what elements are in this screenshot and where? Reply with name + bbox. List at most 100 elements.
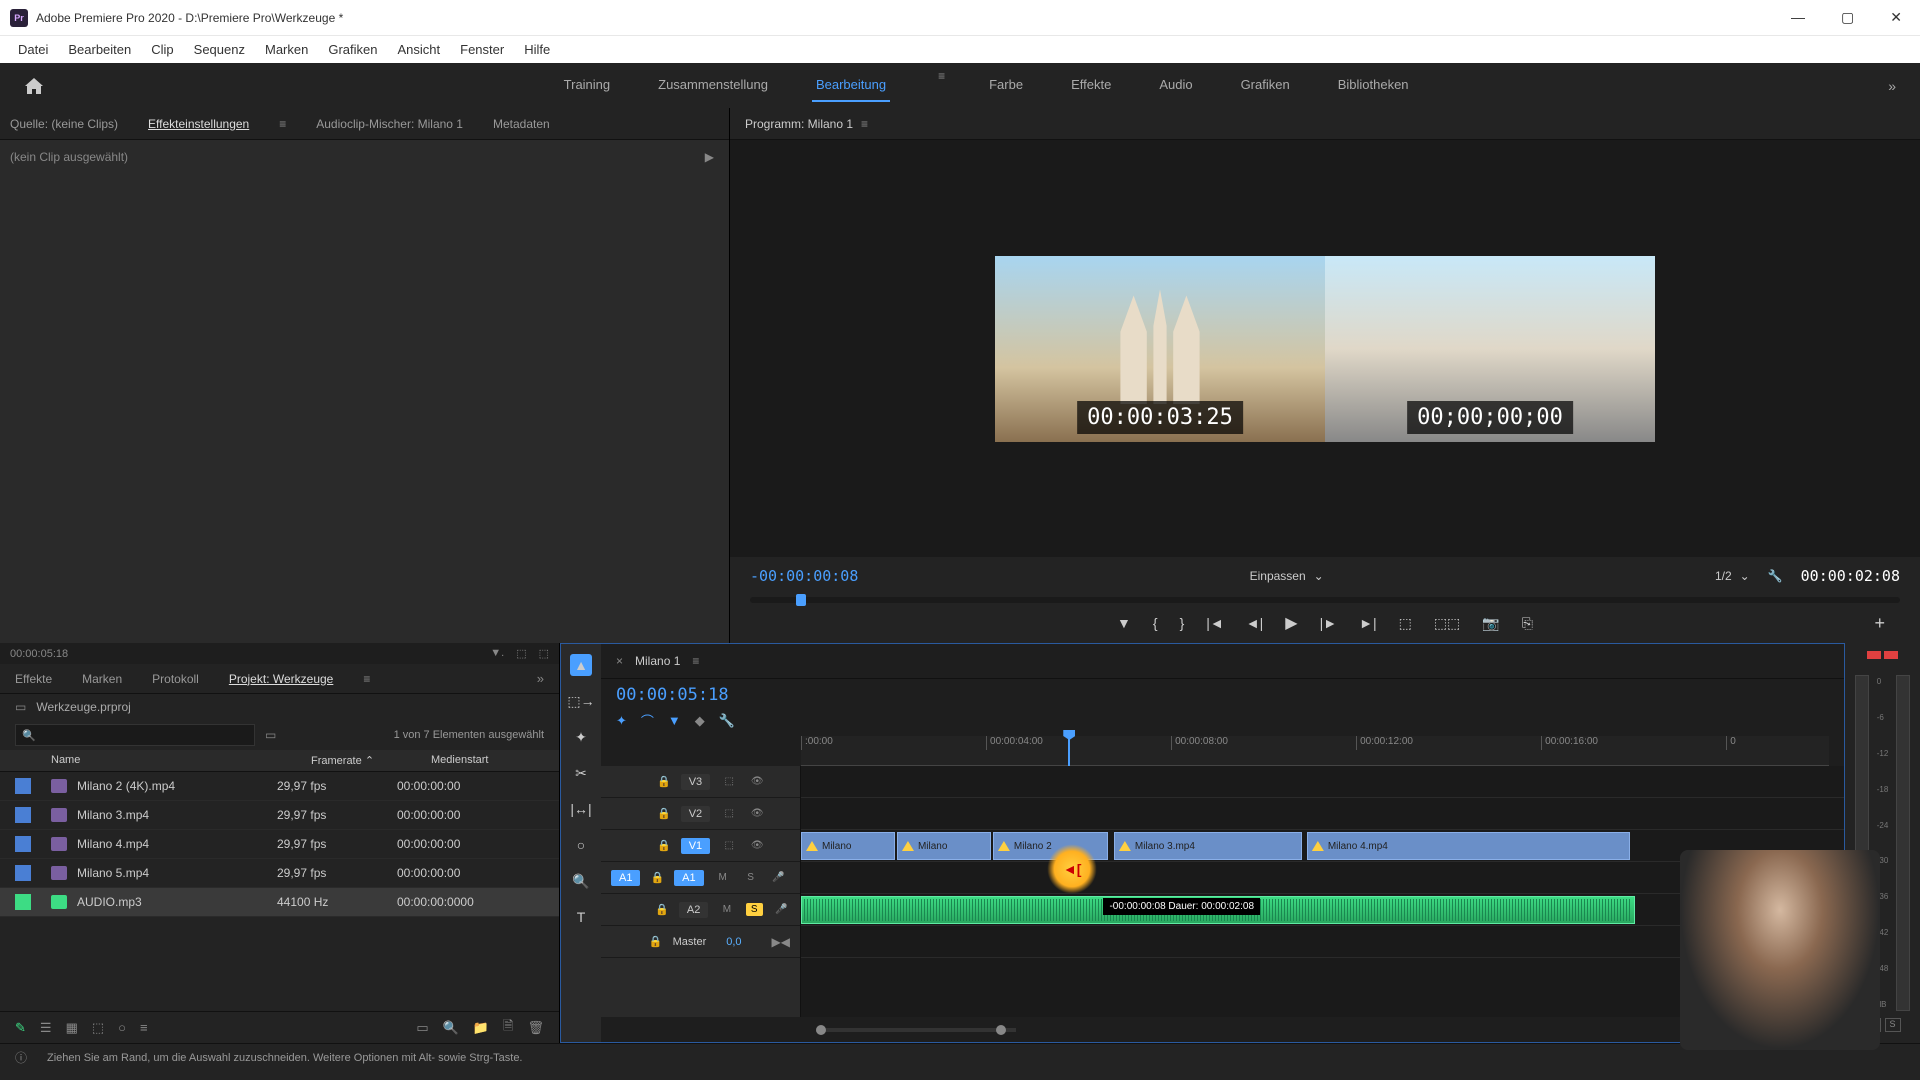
new-item-button[interactable]: 🗎 <box>503 1017 513 1039</box>
icon-view-icon[interactable]: ▦ <box>66 1020 78 1036</box>
pen-tool[interactable]: ○ <box>570 834 592 856</box>
freeform-view-icon[interactable]: ⬚ <box>92 1020 104 1036</box>
zoom-slider-icon[interactable]: ○ <box>118 1020 126 1035</box>
track-header-v3[interactable]: 🔒V3⬚👁 <box>601 766 800 798</box>
goto-in-button[interactable]: |◄ <box>1206 615 1224 631</box>
project-tab[interactable]: Protokoll <box>152 672 199 686</box>
col-medienstart-header[interactable]: Medienstart <box>431 754 544 767</box>
program-menu-icon[interactable]: ≡ <box>861 117 868 131</box>
sort-icon[interactable]: ≡ <box>140 1020 148 1035</box>
project-row[interactable]: Milano 2 (4K).mp429,97 fps00:00:00:00 <box>0 772 559 801</box>
source-tab[interactable]: Metadaten <box>493 117 550 131</box>
linked-selection-icon[interactable]: ⌒ <box>641 711 654 730</box>
eye-icon[interactable]: 👁 <box>748 808 766 819</box>
panel-overflow-icon[interactable]: » <box>537 671 544 686</box>
source-tab[interactable]: Effekteinstellungen <box>148 117 249 131</box>
new-bin-button[interactable]: 📁 <box>473 1020 489 1036</box>
tab-menu-icon[interactable]: ≡ <box>279 117 286 131</box>
sort-up-icon[interactable]: ⌃ <box>365 755 374 767</box>
goto-out-button[interactable]: ►| <box>1359 615 1377 631</box>
close-button[interactable]: ✕ <box>1882 5 1910 30</box>
marker-icon[interactable]: ▼ <box>1117 615 1131 631</box>
camera-icon[interactable]: 📷 <box>1482 615 1499 632</box>
project-row[interactable]: Milano 3.mp429,97 fps00:00:00:00 <box>0 801 559 830</box>
tab-menu-icon[interactable]: ≡ <box>363 672 370 686</box>
workspace-tab-bearbeitung[interactable]: Bearbeitung <box>812 69 890 102</box>
menu-bearbeiten[interactable]: Bearbeiten <box>58 38 141 61</box>
bin-icon[interactable]: ▭ <box>15 700 26 714</box>
video-clip[interactable]: Milano 3.mp4 <box>1114 832 1302 860</box>
project-tab[interactable]: Marken <box>82 672 122 686</box>
source-a1[interactable]: A1 <box>611 870 640 886</box>
source-tab[interactable]: Audioclip-Mischer: Milano 1 <box>316 117 463 131</box>
workspace-tab-zusammenstellung[interactable]: Zusammenstellung <box>654 69 772 102</box>
track-v3[interactable] <box>801 766 1844 798</box>
expand-arrow-icon[interactable]: ▶ <box>705 150 714 164</box>
chevron-down-icon[interactable]: ⌄ <box>1740 569 1750 583</box>
lock-icon[interactable]: 🔒 <box>650 871 664 884</box>
filter-icon[interactable]: ▼. <box>490 647 504 660</box>
menu-ansicht[interactable]: Ansicht <box>387 38 450 61</box>
track-header-v1[interactable]: 🔒V1⬚👁 <box>601 830 800 862</box>
menu-datei[interactable]: Datei <box>8 38 58 61</box>
solo-button[interactable]: S <box>746 903 763 916</box>
selection-tool[interactable]: ▲ <box>570 654 592 676</box>
solo-right[interactable]: S <box>1885 1018 1901 1032</box>
add-button[interactable]: + <box>1874 613 1885 634</box>
timeline-timecode[interactable]: 00:00:05:18 <box>616 685 729 705</box>
delete-button[interactable]: 🗑 <box>527 1020 544 1036</box>
hand-tool[interactable]: 🔍 <box>570 870 592 892</box>
track-header-a1[interactable]: A1🔒A1MS🎤 <box>601 862 800 894</box>
menu-grafiken[interactable]: Grafiken <box>318 38 387 61</box>
track-v2[interactable] <box>801 798 1844 830</box>
timeline-zoom-slider[interactable] <box>816 1028 1016 1032</box>
close-tab-icon[interactable]: × <box>616 654 623 668</box>
slip-tool[interactable]: |↔| <box>570 798 592 820</box>
find-icon[interactable]: 🔍 <box>443 1020 459 1036</box>
sequence-menu-icon[interactable]: ≡ <box>692 654 699 668</box>
workspace-tab-audio[interactable]: Audio <box>1155 69 1196 102</box>
eye-icon[interactable]: 👁 <box>748 776 766 787</box>
lock-icon[interactable]: 🔒 <box>655 903 669 916</box>
home-button[interactable] <box>20 72 48 100</box>
lock-icon[interactable]: 🔒 <box>657 775 671 788</box>
insert-icon[interactable]: ⬚ <box>516 647 526 660</box>
solo-button[interactable]: S <box>742 872 760 883</box>
list-view-icon[interactable]: ☰ <box>40 1020 52 1036</box>
ripple-tool[interactable]: ✦ <box>570 726 592 748</box>
project-row[interactable]: AUDIO.mp344100 Hz00:00:00:0000 <box>0 888 559 917</box>
project-tab[interactable]: Effekte <box>15 672 52 686</box>
workspace-tab-effekte[interactable]: Effekte <box>1067 69 1115 102</box>
col-framerate-header[interactable]: Framerate ⌃ <box>311 754 431 767</box>
expand-icon[interactable]: ▶◀ <box>772 935 790 949</box>
program-scrubber[interactable] <box>750 597 1900 603</box>
toggle-output-icon[interactable]: ⬚ <box>720 776 738 787</box>
workspace-tab-bibliotheken[interactable]: Bibliotheken <box>1334 69 1413 102</box>
fit-dropdown[interactable]: Einpassen <box>1250 569 1306 583</box>
in-point-icon[interactable]: { <box>1153 615 1158 631</box>
toggle-output-icon[interactable]: ⬚ <box>720 808 738 819</box>
play-button[interactable]: ▶ <box>1285 613 1297 633</box>
step-forward-button[interactable]: |► <box>1320 615 1338 631</box>
menu-fenster[interactable]: Fenster <box>450 38 514 61</box>
col-name-header[interactable]: Name <box>51 754 311 767</box>
menu-clip[interactable]: Clip <box>141 38 183 61</box>
eye-icon[interactable]: 👁 <box>748 840 766 851</box>
settings-marker-icon[interactable]: ◆ <box>695 713 705 729</box>
program-offset-tc[interactable]: -00:00:00:08 <box>750 567 858 585</box>
video-clip[interactable]: Milano <box>897 832 991 860</box>
step-back-button[interactable]: ◄| <box>1246 615 1264 631</box>
lift-button[interactable]: ⬚ <box>1399 615 1412 632</box>
lock-icon[interactable]: 🔒 <box>657 839 671 852</box>
workspace-tab-farbe[interactable]: Farbe <box>985 69 1027 102</box>
wrench-icon[interactable]: 🔧 <box>1768 569 1783 583</box>
track-header-master[interactable]: 🔒Master0,0▶◀ <box>601 926 800 958</box>
project-tab[interactable]: Projekt: Werkzeuge <box>229 672 334 686</box>
mute-button[interactable]: M <box>718 904 735 915</box>
razor-tool[interactable]: ✂ <box>570 762 592 784</box>
overwrite-icon[interactable]: ⬚ <box>539 647 549 660</box>
type-tool[interactable]: T <box>570 906 592 928</box>
minimize-button[interactable]: — <box>1783 5 1813 30</box>
project-row[interactable]: Milano 4.mp429,97 fps00:00:00:00 <box>0 830 559 859</box>
new-item-icon[interactable]: ✎ <box>15 1020 26 1036</box>
